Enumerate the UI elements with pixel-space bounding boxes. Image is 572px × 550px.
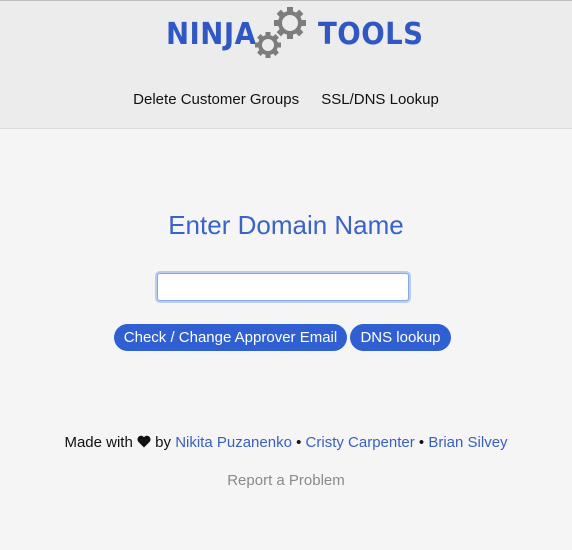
site-header: NINJA TOOLS Delete Customer Groups SSL/D… [0, 1, 572, 129]
made-with-text: Made with [64, 434, 133, 451]
check-approver-email-button[interactable]: Check / Change Approver Email [114, 324, 347, 351]
logo-word-right: TOOLS [318, 17, 424, 52]
nav-delete-customer-groups[interactable]: Delete Customer Groups [133, 91, 299, 108]
footer-credits: Made with by Nikita Puzanenko • Cristy C… [0, 434, 572, 451]
separator-dot: • [296, 434, 302, 451]
separator-dot: • [418, 434, 425, 451]
domain-input[interactable] [157, 273, 409, 301]
main-nav: Delete Customer Groups SSL/DNS Lookup [0, 91, 572, 108]
gears-icon [255, 7, 306, 58]
logo-word-left: NINJA [166, 17, 257, 52]
heart-icon [137, 435, 151, 448]
page-title: Enter Domain Name [168, 210, 404, 240]
ninja-tools-logo[interactable]: NINJA TOOLS [166, 3, 423, 67]
by-text: by [155, 434, 172, 451]
report-problem-link[interactable]: Report a Problem [0, 472, 572, 489]
dns-lookup-button[interactable]: DNS lookup [350, 324, 451, 351]
author-link-nikita-puzanenko[interactable]: Nikita Puzanenko [175, 434, 292, 451]
nav-ssl-dns-lookup[interactable]: SSL/DNS Lookup [321, 91, 439, 108]
author-link-cristy-carpenter[interactable]: Cristy Carpenter [306, 434, 415, 451]
author-link-brian-silvey[interactable]: Brian Silvey [428, 434, 507, 451]
